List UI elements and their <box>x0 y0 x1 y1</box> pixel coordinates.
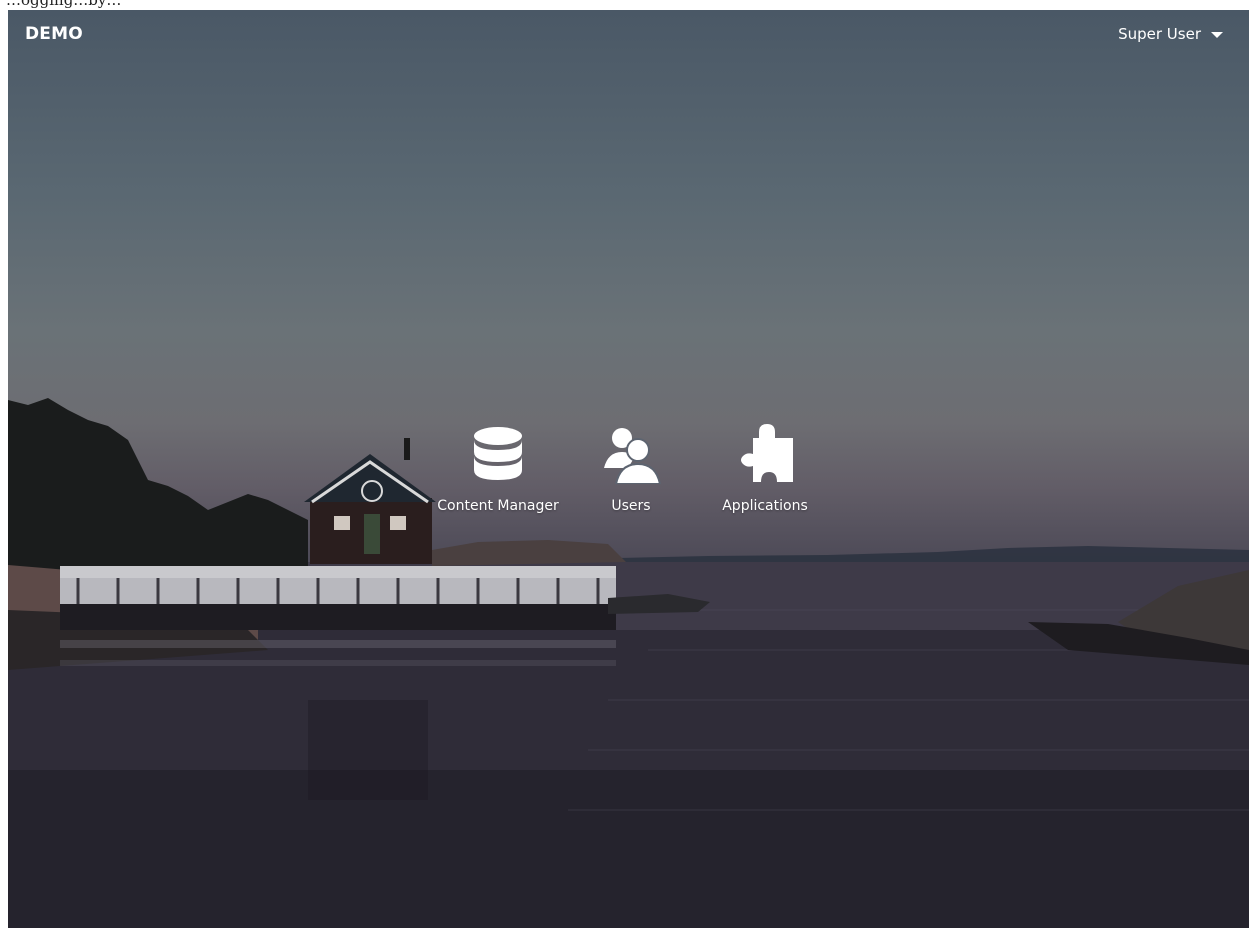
user-menu[interactable]: Super User <box>1118 25 1223 43</box>
user-menu-label: Super User <box>1118 25 1201 43</box>
app-launcher: Content Manager Users Applications <box>8 422 1249 532</box>
users-label: Users <box>611 498 651 514</box>
top-bar: DEMO Super User <box>8 10 1249 60</box>
caret-down-icon <box>1211 32 1223 38</box>
desktop-background: DEMO Super User Content Manager Users Ap… <box>8 10 1249 928</box>
clipped-caption-text: …ogging…by… <box>6 0 122 9</box>
clipped-caption-strip: …ogging…by… <box>0 0 1253 10</box>
brand-logo[interactable]: DEMO <box>25 24 83 44</box>
applications-tile[interactable]: Applications <box>716 422 814 514</box>
content-manager-tile[interactable]: Content Manager <box>437 422 559 514</box>
users-icon <box>599 422 663 486</box>
applications-label: Applications <box>722 498 808 514</box>
puzzle-icon <box>733 422 797 486</box>
users-tile[interactable]: Users <box>596 422 666 514</box>
database-icon <box>466 422 530 486</box>
content-manager-label: Content Manager <box>437 498 559 514</box>
